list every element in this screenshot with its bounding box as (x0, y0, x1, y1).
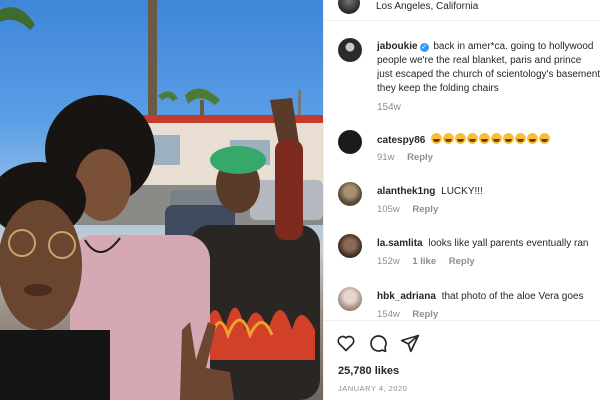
comment-item: catespy86 🤣🤣🤣🤣🤣🤣🤣🤣🤣🤣 91w Reply (338, 130, 600, 164)
verified-badge-icon: ✓ (419, 43, 429, 52)
photo-illustration (0, 0, 323, 400)
laughing-emoji-icon (539, 133, 551, 144)
reply-button[interactable]: Reply (449, 256, 475, 267)
comment-meta: 105w Reply (377, 204, 448, 215)
comment-time[interactable]: 154w (377, 309, 400, 320)
laughing-emoji-icon (455, 133, 467, 144)
comment-meta: 152w 1 like Reply (377, 256, 485, 267)
comment-text: LUCKY!!! (441, 186, 483, 197)
post-photo (0, 0, 323, 400)
laughing-emoji-icon (527, 133, 539, 144)
caption-line-2: people we're the real blanket, paris and… (377, 55, 582, 66)
caption-avatar[interactable] (338, 38, 362, 62)
comment-item: hbk_adriana that photo of the aloe Vera … (338, 287, 600, 321)
comment-meta: 154w Reply (377, 309, 448, 320)
comment-body: catespy86 🤣🤣🤣🤣🤣🤣🤣🤣🤣🤣 (377, 133, 600, 147)
comment-avatar[interactable] (338, 182, 362, 206)
caption-line-1: back in amer*ca. going to hollywood (433, 41, 594, 52)
laughing-emoji-icon (467, 133, 479, 144)
comment-time[interactable]: 91w (377, 152, 394, 163)
comment-text: that photo of the aloe Vera goes (441, 291, 584, 302)
laughing-emoji-icon (515, 133, 527, 144)
post-details-pane: Los Angeles, California jaboukie ✓ back i… (323, 0, 600, 400)
comment-username[interactable]: catespy86 (377, 135, 425, 146)
location-link[interactable]: Los Angeles, California (376, 1, 478, 12)
caption-text: jaboukie ✓ back in amer*ca. going to holl… (377, 40, 600, 96)
comment-item: la.samlita looks like yall parents event… (338, 234, 600, 268)
comment-icon[interactable] (368, 333, 388, 353)
reply-button[interactable]: Reply (412, 204, 438, 215)
comment-avatar[interactable] (338, 287, 362, 311)
heart-icon[interactable] (336, 333, 356, 353)
caption-timestamp[interactable]: 154w (377, 102, 401, 113)
comment-time[interactable]: 152w (377, 256, 400, 267)
comment-text: looks like yall parents eventually ran (428, 238, 589, 249)
like-count[interactable]: 25,780 likes (338, 365, 399, 377)
comment-avatar[interactable] (338, 234, 362, 258)
comment-body: hbk_adriana that photo of the aloe Vera … (377, 290, 600, 303)
comment-like-count[interactable]: 1 like (412, 256, 436, 267)
author-avatar[interactable] (338, 0, 360, 14)
laughing-emoji-icon (443, 133, 455, 144)
post-actions: 25,780 likes JANUARY 4, 2020 (324, 320, 600, 400)
caption-line-4: they keep the folding chairs (377, 83, 499, 94)
comment-body: alanthek1ng LUCKY!!! (377, 185, 600, 198)
laughing-emoji-icon (491, 133, 503, 144)
emoji-row (431, 133, 551, 146)
comment-username[interactable]: alanthek1ng (377, 186, 435, 197)
comment-username[interactable]: la.samlita (377, 238, 423, 249)
post-date[interactable]: JANUARY 4, 2020 (338, 384, 407, 393)
share-icon[interactable] (400, 333, 420, 353)
laughing-emoji-icon (431, 133, 443, 144)
caption-username[interactable]: jaboukie (377, 41, 418, 52)
comment-time[interactable]: 105w (377, 204, 400, 215)
comment-item: alanthek1ng LUCKY!!! 105w Reply (338, 182, 600, 216)
comment-meta: 91w Reply (377, 152, 443, 163)
post-header: Los Angeles, California (324, 0, 600, 21)
comment-avatar[interactable] (338, 130, 362, 154)
reply-button[interactable]: Reply (407, 152, 433, 163)
laughing-emoji-icon (503, 133, 515, 144)
comment-body: la.samlita looks like yall parents event… (377, 237, 600, 250)
reply-button[interactable]: Reply (412, 309, 438, 320)
comment-username[interactable]: hbk_adriana (377, 291, 436, 302)
laughing-emoji-icon (479, 133, 491, 144)
caption-line-3: just escaped the church of scientology's… (377, 69, 600, 80)
